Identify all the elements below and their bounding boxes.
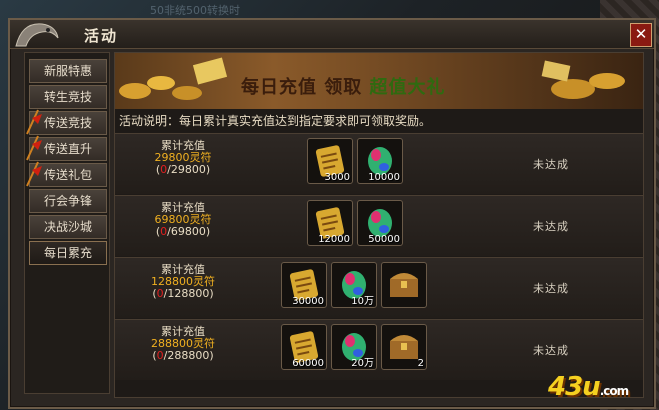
title-bar[interactable]: 活动 ✕: [10, 20, 654, 49]
reward-count: 50000: [368, 234, 400, 245]
requirement-progress: (0/128800): [152, 287, 214, 300]
status-label: 未达成: [533, 282, 569, 295]
sidebar-item-rebirth[interactable]: 转生竞技: [29, 85, 107, 109]
site-watermark-logo: 43u.com: [548, 372, 629, 402]
reward-count: 12000: [318, 234, 350, 245]
reward-count: 10万: [351, 296, 374, 307]
reward-slot-scroll[interactable]: 3000: [307, 138, 353, 184]
progress-total: /128800: [163, 287, 210, 300]
progress-total: /29800: [167, 163, 206, 176]
reward-slot-scroll[interactable]: 30000: [281, 262, 327, 308]
gold-pile-icon: [541, 60, 625, 99]
reward-count: 10000: [368, 172, 400, 183]
banner-title-highlight: 超值大礼: [369, 77, 446, 98]
sidebar-item-label: 行会争锋: [43, 194, 92, 208]
flag-icon: [26, 135, 42, 161]
reward-row-1: 累计充值 29800灵符 (0/29800) 3000 10000 未达成: [115, 133, 643, 194]
reward-count: 30000: [292, 296, 324, 307]
flag-icon: [26, 161, 42, 187]
reward-slot-gem[interactable]: 10万: [331, 262, 377, 308]
promo-banner: 每日充值 领取 超值大礼: [115, 53, 643, 109]
window-title: 活动: [84, 27, 119, 45]
requirement-label: 累计充值 69800灵符 (0/69800): [123, 202, 243, 238]
gold-ingots-icon: [119, 57, 228, 100]
reward-row-2: 累计充值 69800灵符 (0/69800) 12000 50000 未达成: [115, 195, 643, 256]
requirement-label: 累计充值 288800灵符 (0/288800): [123, 326, 243, 362]
watermark-suffix: .com: [599, 384, 629, 398]
sidebar-item-teleport-gift[interactable]: 传送礼包: [26, 161, 107, 187]
sidebar-item-label: 传送竞技: [43, 116, 92, 130]
activity-sidebar: 新服特惠 转生竞技 传送竞技 传送直升 传送礼包 行会争锋 决战沙城 每日累充: [24, 52, 110, 394]
close-button[interactable]: ✕: [630, 23, 652, 47]
reward-slot-scroll[interactable]: 12000: [307, 200, 353, 246]
sidebar-item-label: 传送礼包: [43, 168, 92, 182]
reward-slot-scroll[interactable]: 60000: [281, 324, 327, 370]
reward-row-4: 累计充值 288800灵符 (0/288800) 60000 20万 2 未达成: [115, 319, 643, 380]
progress-total: /69800: [167, 225, 206, 238]
activity-content: 每日充值 领取 超值大礼 活动说明：每日累计真实充值达到指定要求即可领取奖励。 …: [114, 52, 644, 398]
dragon-ornament-icon: [15, 23, 59, 47]
reward-count: 20万: [351, 358, 374, 369]
sidebar-item-teleport-arena[interactable]: 传送竞技: [26, 109, 107, 135]
banner-title: 每日充值 领取 超值大礼: [241, 73, 501, 103]
reward-slot-gem[interactable]: 10000: [357, 138, 403, 184]
reward-slot-gem[interactable]: 50000: [357, 200, 403, 246]
sidebar-item-sand-city[interactable]: 决战沙城: [29, 215, 107, 239]
progress-current: 0: [156, 287, 164, 300]
sidebar-item-label: 每日累充: [43, 246, 92, 260]
reward-slot-chest[interactable]: [381, 262, 427, 308]
requirement-progress: (0/29800): [155, 163, 211, 176]
reward-row-3: 累计充值 128800灵符 (0/128800) 30000 10万 未达成: [115, 257, 643, 318]
sidebar-item-label: 新服特惠: [43, 64, 92, 78]
chest-icon: [390, 335, 418, 359]
requirement-label: 累计充值 128800灵符 (0/128800): [123, 264, 243, 300]
sidebar-item-guild-contest[interactable]: 行会争锋: [29, 189, 107, 213]
flag-icon: [26, 109, 42, 135]
status-label: 未达成: [533, 220, 569, 233]
requirement-progress: (0/69800): [155, 225, 211, 238]
activity-window: 活动 ✕ 新服特惠 转生竞技 传送竞技 传送直升 传送礼包 行会争锋 决战沙城 …: [8, 18, 656, 409]
activity-description: 活动说明：每日累计真实充值达到指定要求即可领取奖励。: [119, 114, 432, 128]
reward-count: 60000: [292, 358, 324, 369]
sidebar-item-daily-recharge[interactable]: 每日累充: [29, 241, 107, 265]
watermark-logo-text: 43u: [548, 372, 601, 402]
reward-count: 3000: [324, 172, 350, 183]
status-label: 未达成: [533, 158, 569, 171]
sidebar-item-label: 转生竞技: [43, 90, 92, 104]
status-label: 未达成: [533, 344, 569, 357]
reward-slot-gem[interactable]: 20万: [331, 324, 377, 370]
progress-current: 0: [156, 349, 164, 362]
reward-slot-chest[interactable]: 2: [381, 324, 427, 370]
reward-count: 2: [417, 358, 424, 369]
sidebar-item-label: 传送直升: [43, 142, 92, 156]
banner-title-main: 每日充值 领取: [241, 77, 370, 98]
sidebar-item-teleport-upgrade[interactable]: 传送直升: [26, 135, 107, 161]
progress-total: /288800: [163, 349, 210, 362]
requirement-label: 累计充值 29800灵符 (0/29800): [123, 140, 243, 176]
chest-icon: [390, 273, 418, 297]
sidebar-item-label: 决战沙城: [43, 220, 92, 234]
sidebar-item-new-server[interactable]: 新服特惠: [29, 59, 107, 83]
requirement-progress: (0/288800): [152, 349, 214, 362]
